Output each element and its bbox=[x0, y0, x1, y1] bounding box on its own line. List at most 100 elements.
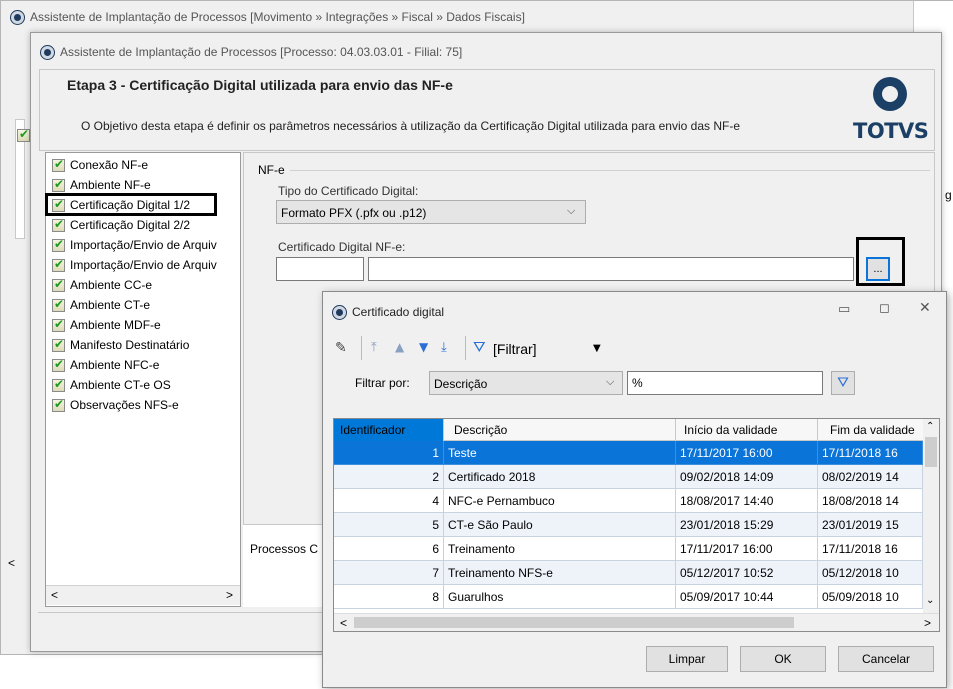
check-icon bbox=[52, 217, 65, 232]
filter-by-select[interactable]: Descrição ⌵ bbox=[429, 371, 623, 395]
close-icon[interactable]: ✕ bbox=[919, 300, 931, 316]
table-cell-end: 05/12/2018 10 bbox=[818, 561, 923, 585]
app-logo-icon bbox=[41, 45, 54, 59]
outer-scroll-left-icon[interactable]: < bbox=[8, 556, 15, 570]
check-icon bbox=[52, 317, 65, 332]
table-cell-id: 8 bbox=[334, 585, 444, 609]
table-cell-start: 17/11/2017 16:00 bbox=[676, 537, 818, 561]
table-cell-end: 18/08/2018 14 bbox=[818, 489, 923, 513]
cert-name-input[interactable] bbox=[368, 257, 854, 281]
table-row[interactable]: 2 Certificado 2018 09/02/2018 14:09 08/02/2… bbox=[334, 465, 938, 489]
table-cell-end: 08/02/2019 14 bbox=[818, 465, 923, 489]
minimize-icon[interactable]: ▭ bbox=[838, 302, 850, 317]
chevron-down-icon: ⌵ bbox=[606, 375, 615, 388]
table-cell-desc: Treinamento NFS-e bbox=[444, 561, 676, 585]
outer-right-label: g bbox=[945, 188, 952, 202]
scroll-right-button[interactable]: > bbox=[924, 616, 931, 630]
table-cell-id: 7 bbox=[334, 561, 444, 585]
wizard-step-label: Ambiente CT-e OS bbox=[70, 378, 171, 392]
table-cell-desc: NFC-e Pernambuco bbox=[444, 489, 676, 513]
table-row[interactable]: 6 Treinamento 17/11/2017 16:00 17/11/2018 1… bbox=[334, 537, 938, 561]
wizard-step-label: Ambiente MDF-e bbox=[70, 318, 161, 332]
toolbar-separator bbox=[465, 336, 466, 360]
wizard-step-label: Observações NFS-e bbox=[70, 398, 179, 412]
step-description: O Objetivo desta etapa é definir os parâ… bbox=[81, 119, 741, 133]
wizard-step-item[interactable]: Ambiente NFC-e bbox=[52, 355, 159, 375]
cert-code-input[interactable] bbox=[276, 257, 364, 281]
table-row[interactable]: 1 Teste 17/11/2017 16:00 17/11/2018 16 bbox=[334, 441, 938, 465]
wizard-step-item[interactable]: Conexão NF-e bbox=[52, 155, 148, 175]
cert-type-select[interactable]: Formato PFX (.pfx ou .p12) ⌵ bbox=[276, 200, 586, 224]
scroll-left-button[interactable]: < bbox=[340, 616, 347, 630]
hscroll-thumb[interactable] bbox=[354, 617, 794, 628]
filter-icon[interactable]: ⛛ bbox=[473, 338, 486, 356]
col-header-fim[interactable]: Fim da validade bbox=[818, 419, 924, 441]
table-cell-desc: Teste bbox=[444, 441, 676, 465]
table-row[interactable]: 4 NFC-e Pernambuco 18/08/2017 14:40 18/08/2… bbox=[334, 489, 938, 513]
move-down-icon[interactable]: ▼ bbox=[419, 340, 428, 354]
check-icon bbox=[52, 237, 65, 252]
check-icon bbox=[52, 337, 65, 352]
wizard-step-item[interactable]: Certificação Digital 2/2 bbox=[52, 215, 190, 235]
wizard-step-item[interactable]: Ambiente NF-e bbox=[52, 175, 151, 195]
table-cell-start: 09/02/2018 14:09 bbox=[676, 465, 818, 489]
browse-button[interactable]: ... bbox=[866, 257, 890, 281]
move-up-icon[interactable]: ▲ bbox=[395, 340, 404, 354]
filter-text-input[interactable]: % bbox=[627, 371, 823, 395]
grid-vscrollbar[interactable]: ⌃ ⌄ bbox=[923, 419, 939, 613]
steps-hscrollbar[interactable]: < > bbox=[46, 585, 240, 605]
nfe-group-label: NF-e bbox=[258, 163, 285, 177]
table-cell-end: 05/09/2018 10 bbox=[818, 585, 923, 609]
browse-button-label: ... bbox=[873, 263, 883, 275]
filter-icon: ⛛ bbox=[837, 375, 849, 391]
ok-button[interactable]: OK bbox=[740, 646, 826, 672]
table-cell-desc: Certificado 2018 bbox=[444, 465, 676, 489]
wizard-step-item[interactable]: Ambiente CC-e bbox=[52, 275, 152, 295]
move-top-icon[interactable]: ⤒ bbox=[371, 340, 377, 355]
scroll-left-button[interactable]: < bbox=[51, 588, 58, 602]
filter-menu[interactable]: [Filtrar] bbox=[493, 341, 537, 357]
clear-button[interactable]: Limpar bbox=[646, 646, 728, 672]
table-cell-desc: Guarulhos bbox=[444, 585, 676, 609]
table-row[interactable]: 8 Guarulhos 05/09/2017 10:44 05/09/2018 10 bbox=[334, 585, 938, 609]
check-icon bbox=[17, 127, 30, 142]
scroll-down-icon[interactable]: ⌄ bbox=[926, 595, 934, 606]
filter-dropdown-icon[interactable]: ▼ bbox=[593, 343, 601, 354]
step-heading: Etapa 3 - Certificação Digital utilizada… bbox=[67, 77, 453, 93]
wizard-step-label: Importação/Envio de Arquiv bbox=[70, 258, 217, 272]
wizard-titlebar: Assistente de Implantação de Processos [… bbox=[41, 42, 462, 62]
wizard-step-item[interactable]: Manifesto Destinatário bbox=[52, 335, 189, 355]
wizard-step-item[interactable]: Importação/Envio de Arquiv bbox=[52, 255, 217, 275]
col-header-descricao[interactable]: Descrição bbox=[444, 419, 676, 441]
scroll-right-button[interactable]: > bbox=[226, 588, 233, 602]
table-row[interactable]: 5 CT-e São Paulo 23/01/2018 15:29 23/01/201… bbox=[334, 513, 938, 537]
scroll-thumb[interactable] bbox=[925, 437, 937, 467]
cancel-button[interactable]: Cancelar bbox=[838, 646, 934, 672]
wizard-step-label: Ambiente NF-e bbox=[70, 178, 151, 192]
wizard-step-item[interactable]: Observações NFS-e bbox=[52, 395, 179, 415]
table-row[interactable]: 7 Treinamento NFS-e 05/12/2017 10:52 05/12/… bbox=[334, 561, 938, 585]
toolbar-separator bbox=[361, 336, 362, 360]
cert-dialog-title: Certificado digital bbox=[352, 305, 445, 319]
table-cell-start: 05/09/2017 10:44 bbox=[676, 585, 818, 609]
edit-icon[interactable]: ✎ bbox=[335, 340, 347, 356]
check-icon bbox=[52, 397, 65, 412]
wizard-step-item[interactable]: Importação/Envio de Arquiv bbox=[52, 235, 217, 255]
wizard-step-label: Manifesto Destinatário bbox=[70, 338, 190, 352]
table-cell-start: 05/12/2017 10:52 bbox=[676, 561, 818, 585]
apply-filter-button[interactable]: ⛛ bbox=[831, 371, 855, 395]
wizard-step-item[interactable]: Ambiente MDF-e bbox=[52, 315, 161, 335]
scroll-up-icon[interactable]: ⌃ bbox=[926, 421, 934, 432]
wizard-title: Assistente de Implantação de Processos [… bbox=[60, 45, 463, 59]
wizard-step-item[interactable]: Ambiente CT-e bbox=[52, 295, 150, 315]
move-bottom-icon[interactable]: ⤓ bbox=[441, 340, 447, 355]
col-header-identificador[interactable]: Identificador bbox=[334, 419, 444, 441]
grid-hscrollbar[interactable]: < > bbox=[334, 613, 939, 631]
maximize-icon[interactable]: ◻ bbox=[879, 301, 890, 316]
col-header-inicio[interactable]: Início da validade bbox=[676, 419, 818, 441]
table-cell-start: 23/01/2018 15:29 bbox=[676, 513, 818, 537]
check-icon bbox=[52, 157, 65, 172]
cert-dialog-titlebar: Certificado digital bbox=[333, 303, 444, 321]
tab-processos[interactable]: Processos C bbox=[250, 542, 318, 556]
wizard-step-item[interactable]: Ambiente CT-e OS bbox=[52, 375, 171, 395]
